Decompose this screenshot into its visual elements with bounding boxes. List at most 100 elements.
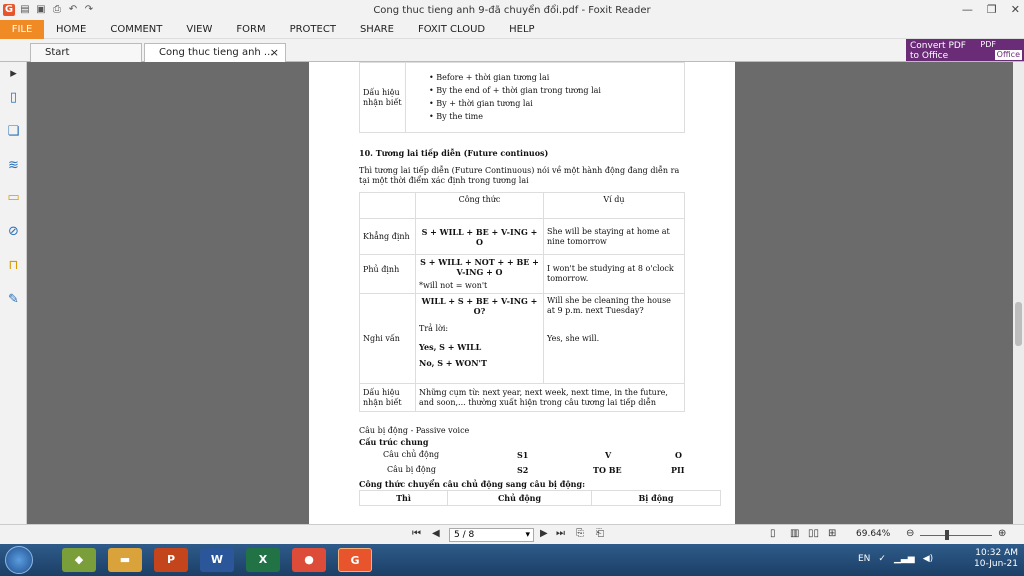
- menu-share[interactable]: SHARE: [348, 20, 406, 39]
- clock-time: 10:32 AM: [975, 548, 1018, 558]
- zoom-in-icon[interactable]: ⊕: [998, 528, 1006, 539]
- table-row: Dấu hiệu nhận biết • Before + thời gian …: [359, 62, 685, 133]
- system-tray: EN ✓ ▁▃▅ ◀): [858, 554, 933, 564]
- bottom-header-passive: Bị động: [591, 490, 721, 506]
- document-tab-bar: Start Cong thuc tieng anh ... ×: [0, 39, 1024, 62]
- menu-protect[interactable]: PROTECT: [278, 20, 348, 39]
- windows-taskbar: ◆ ▬ P W X ● G EN ✓ ▁▃▅ ◀) 10:32 AM 10-Ju…: [0, 544, 1024, 576]
- chevron-down-icon: ▾: [525, 530, 530, 540]
- network-icon[interactable]: ▁▃▅: [894, 554, 915, 564]
- comments-icon[interactable]: ▭: [6, 190, 21, 205]
- expand-panel-icon[interactable]: ▸: [6, 66, 21, 81]
- single-page-icon[interactable]: ▯: [770, 528, 776, 539]
- tab-label: Start: [45, 47, 70, 58]
- list-item: • By the end of + thời gian trong tương …: [429, 86, 601, 95]
- copy-page-icon[interactable]: ⎘: [576, 528, 584, 539]
- menu-help[interactable]: HELP: [497, 20, 546, 39]
- bookmark-icon[interactable]: ▯: [6, 90, 21, 105]
- r1-example: She will be staying at home at nine tomo…: [543, 218, 685, 255]
- tab-start[interactable]: Start: [30, 43, 142, 62]
- menu-comment[interactable]: COMMENT: [98, 20, 174, 39]
- r3-formula: WILL + S + BE + V-ING + O?: [421, 296, 538, 316]
- badge-office: Office: [994, 50, 1022, 60]
- list-item: • By + thời gian tương lai: [429, 99, 533, 108]
- continuous-icon[interactable]: ▥: [790, 528, 799, 539]
- last-page-icon[interactable]: ⏭: [556, 528, 565, 539]
- antivirus-icon[interactable]: ✓: [878, 554, 886, 564]
- pages-icon[interactable]: ❏: [6, 124, 21, 139]
- table-row: Phủ định S + WILL + NOT + + BE + V-ING +…: [359, 254, 685, 294]
- tab-document[interactable]: Cong thuc tieng anh ... ×: [144, 43, 286, 62]
- col-example: Ví dụ: [543, 192, 685, 219]
- bottom-header-active: Chủ động: [447, 490, 592, 506]
- zoom-slider-handle[interactable]: [945, 530, 949, 540]
- zoom-out-icon[interactable]: ⊖: [906, 528, 914, 539]
- scroll-thumb[interactable]: [1015, 302, 1022, 346]
- menu-form[interactable]: FORM: [224, 20, 277, 39]
- table-row: Khẳng định S + WILL + BE + V-ING + O She…: [359, 218, 685, 255]
- table-row: Nghi vấn WILL + S + BE + V-ING + O? Trả …: [359, 293, 685, 384]
- maximize-icon[interactable]: ❐: [987, 3, 997, 16]
- r3-answer: Trả lời:: [419, 324, 449, 333]
- heading-10: 10. Tương lai tiếp diễn (Future continuo…: [359, 148, 549, 158]
- volume-icon[interactable]: ◀): [923, 554, 933, 564]
- passive-title: Câu bị động - Passive voice: [359, 426, 470, 435]
- layers-icon[interactable]: ≋: [6, 158, 21, 173]
- tab-label: Cong thuc tieng anh ...: [159, 47, 274, 58]
- window-controls: — ❐ ✕: [962, 3, 1020, 16]
- r1-formula: S + WILL + BE + V-ING + O: [415, 218, 544, 255]
- word-icon[interactable]: W: [200, 548, 234, 572]
- facing-icon[interactable]: ▯▯: [808, 528, 819, 539]
- first-page-icon[interactable]: ⏮: [412, 528, 421, 539]
- next-page-icon[interactable]: ▶: [540, 528, 548, 539]
- chrome-icon[interactable]: ●: [292, 548, 326, 572]
- folder-icon[interactable]: ▬: [108, 548, 142, 572]
- zoom-level[interactable]: 69.64%: [856, 529, 890, 539]
- menu-view[interactable]: VIEW: [174, 20, 224, 39]
- explorer-pin-icon[interactable]: ◆: [62, 548, 96, 572]
- r3-label: Nghi vấn: [359, 293, 416, 384]
- minimize-icon[interactable]: —: [962, 3, 973, 16]
- top-table: Dấu hiệu nhận biết • Before + thời gian …: [359, 62, 685, 133]
- sec-top-label: Dấu hiệu nhận biết: [359, 62, 406, 133]
- passive-s2: S2: [517, 465, 529, 475]
- zoom-slider[interactable]: [920, 535, 992, 536]
- active-v: V: [605, 450, 612, 460]
- menu-foxit-cloud[interactable]: FOXIT CLOUD: [406, 20, 497, 39]
- window-title: Cong thuc tieng anh 9-đã chuyển đổi.pdf …: [373, 4, 651, 16]
- file-tab[interactable]: FILE: [0, 19, 44, 39]
- page-number-field[interactable]: 5 / 8 ▾: [449, 528, 534, 542]
- bottom-table: Thì Chủ động Bị động: [359, 490, 721, 506]
- r2-label: Phủ định: [359, 254, 416, 294]
- table-row: Công thức Ví dụ: [359, 192, 685, 219]
- start-button[interactable]: [5, 546, 33, 574]
- clock[interactable]: 10:32 AM 10-Jun-21: [974, 548, 1018, 570]
- vertical-scrollbar[interactable]: [1013, 62, 1024, 524]
- document-viewport: Dấu hiệu nhận biết • Before + thời gian …: [27, 62, 1013, 524]
- passive-label: Câu bị động: [387, 465, 437, 474]
- powerpoint-icon[interactable]: P: [154, 548, 188, 572]
- foxit-taskbar-icon[interactable]: G: [338, 548, 372, 572]
- convert-pdf-banner[interactable]: Convert PDF to Office PDF Office: [906, 39, 1024, 61]
- r3-yes: Yes, S + WILL: [419, 342, 482, 352]
- lock-icon[interactable]: ⊓: [6, 258, 21, 273]
- r4-label: Dấu hiệu nhận biết: [359, 383, 416, 412]
- signature-icon[interactable]: ✎: [6, 292, 21, 307]
- col-formula: Công thức: [415, 192, 544, 219]
- close-tab-icon[interactable]: ×: [270, 44, 279, 62]
- paste-page-icon[interactable]: ⎗: [596, 528, 604, 539]
- attachment-icon[interactable]: ⊘: [6, 224, 21, 239]
- close-icon[interactable]: ✕: [1011, 3, 1020, 16]
- prev-page-icon[interactable]: ◀: [432, 528, 440, 539]
- status-bar: ⏮ ◀ 5 / 8 ▾ ▶ ⏭ ⎘ ⎗ ▯ ▥ ▯▯ ⊞ 69.64% ⊖ ⊕: [0, 524, 1024, 544]
- menu-home[interactable]: HOME: [44, 20, 98, 39]
- split-icon[interactable]: ⊞: [828, 528, 836, 539]
- list-item: • By the time: [429, 112, 483, 121]
- language-indicator[interactable]: EN: [858, 554, 870, 564]
- r3-example2: Yes, she will.: [547, 334, 600, 343]
- intro-text: Thì tương lai tiếp diễn (Future Continuo…: [359, 166, 680, 185]
- left-navigation-panel: ▸ ▯ ❏ ≋ ▭ ⊘ ⊓ ✎: [0, 62, 27, 524]
- future-continuous-table: Công thức Ví dụ Khẳng định S + WILL + BE…: [359, 192, 685, 412]
- excel-icon[interactable]: X: [246, 548, 280, 572]
- badge-pdf: PDF: [980, 40, 996, 49]
